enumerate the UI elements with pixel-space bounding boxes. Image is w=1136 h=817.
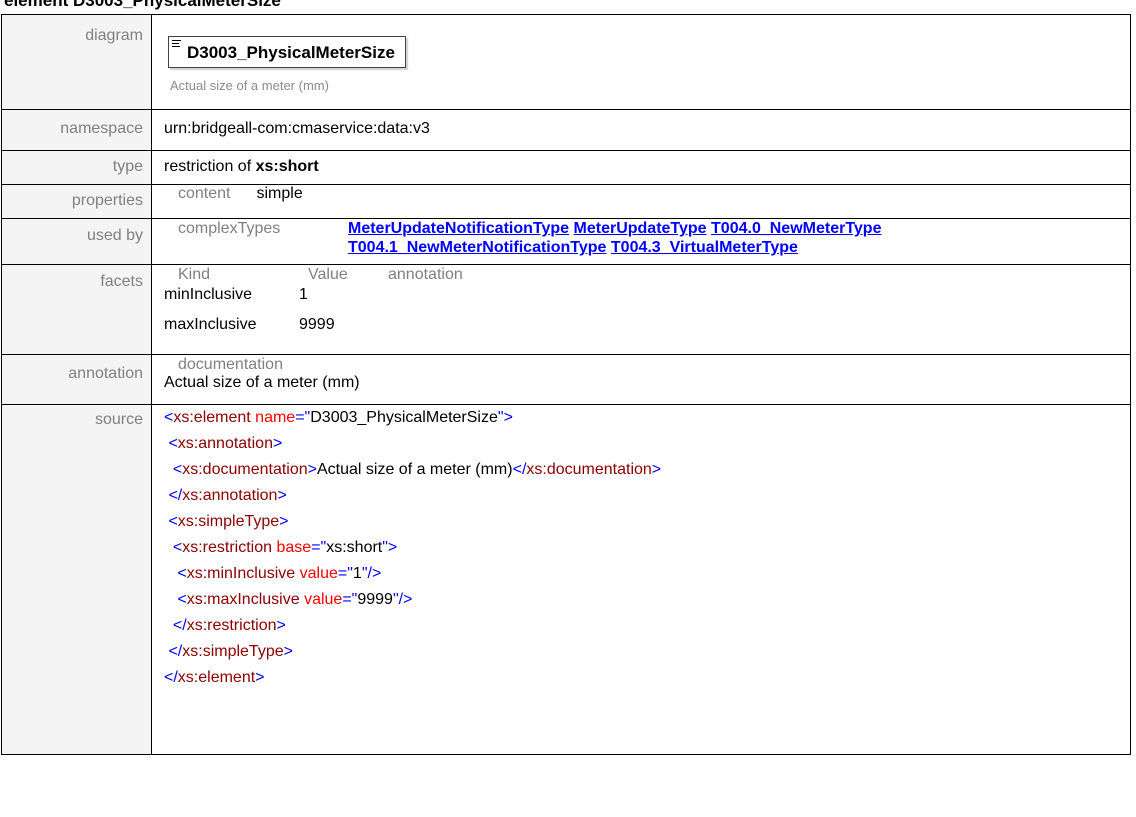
used-by-link[interactable]: T004.0_NewMeterType [711, 220, 881, 237]
type-value: restriction of xs:short [151, 150, 1131, 185]
used-by-link[interactable]: T004.1_NewMeterNotificationType [348, 239, 606, 256]
facets-label: facets [1, 264, 152, 355]
facet-value: 9999 [299, 316, 335, 333]
facets-value: Kind Value annotation minInclusive 1 max… [151, 264, 1131, 355]
properties-key: content [178, 185, 231, 202]
src-line: </xs:annotation> [168, 487, 287, 504]
used-by-link[interactable]: T004.3_VirtualMeterType [611, 239, 798, 256]
properties-label: properties [1, 184, 152, 219]
facets-header: annotation [388, 266, 463, 283]
namespace-value: urn:bridgeall-com:cmaservice:data:v3 [151, 109, 1131, 151]
facets-grid: Kind Value annotation [164, 265, 1130, 285]
properties-val: simple [256, 185, 303, 202]
type-prefix: restriction of [164, 158, 256, 175]
used-by-kind: complexTypes [178, 220, 281, 237]
src-line: </xs:simpleType> [168, 643, 293, 660]
src-line: <xs:restriction base="xs:short"> [172, 539, 398, 556]
src-line: <xs:annotation> [168, 435, 283, 452]
facet-kind: maxInclusive [164, 316, 257, 333]
diagram-label: diagram [1, 14, 152, 110]
type-base: xs:short [255, 158, 319, 175]
src-line: <xs:simpleType> [168, 513, 289, 530]
src-line: <xs:maxInclusive value="9999"/> [177, 591, 413, 608]
diagram-doc-text: Actual size of a meter (mm) [170, 78, 329, 93]
src-line: </xs:restriction> [172, 617, 286, 634]
used-by-label: used by [1, 218, 152, 265]
facet-row: maxInclusive 9999 [164, 315, 1130, 335]
facet-row: minInclusive 1 [164, 285, 1130, 305]
annotation-text: Actual size of a meter (mm) [164, 374, 360, 391]
namespace-row: namespace urn:bridgeall-com:cmaservice:d… [1, 109, 1131, 151]
annotation-header: documentation [178, 356, 283, 373]
facets-row: facets Kind Value annotation minInclusiv… [1, 264, 1131, 355]
src-line: <xs:element name="D3003_PhysicalMeterSiz… [164, 409, 513, 426]
facets-header: Kind [178, 266, 211, 283]
element-lines-icon [172, 40, 181, 49]
src-line: <xs:minInclusive value="1"/> [177, 565, 382, 582]
facets-header: Value [308, 266, 348, 283]
facet-kind: minInclusive [164, 286, 253, 303]
used-by-value: complexTypes MeterUpdateNotificationType… [151, 218, 1131, 265]
source-label: source [1, 404, 152, 755]
type-row: type restriction of xs:short [1, 150, 1131, 185]
diagram-element-name: D3003_PhysicalMeterSize [187, 43, 395, 62]
src-line: </xs:element> [164, 669, 265, 686]
source-row: source <xs:element name="D3003_PhysicalM… [1, 404, 1131, 755]
source-code: <xs:element name="D3003_PhysicalMeterSiz… [151, 404, 1131, 755]
facet-value: 1 [299, 286, 308, 303]
src-line: <xs:documentation>Actual size of a meter… [172, 461, 662, 478]
element-doc-table: diagram D3003_PhysicalMeterSize Actual s… [1, 14, 1131, 755]
element-diagram-box[interactable]: D3003_PhysicalMeterSize [168, 36, 406, 68]
annotation-label: annotation [1, 354, 152, 405]
used-by-link[interactable]: MeterUpdateType [574, 220, 707, 237]
namespace-label: namespace [1, 109, 152, 151]
used-by-row: used by complexTypes MeterUpdateNotifica… [1, 218, 1131, 265]
properties-row: properties content simple [1, 184, 1131, 219]
type-label: type [1, 150, 152, 185]
page-title: element D3003_PhysicalMeterSize [4, 0, 281, 10]
used-by-link[interactable]: MeterUpdateNotificationType [348, 220, 569, 237]
annotation-row: annotation documentation Actual size of … [1, 354, 1131, 405]
annotation-value: documentation Actual size of a meter (mm… [151, 354, 1131, 405]
diagram-row: diagram D3003_PhysicalMeterSize Actual s… [1, 14, 1131, 110]
properties-value: content simple [151, 184, 1131, 219]
diagram-cell: D3003_PhysicalMeterSize Actual size of a… [151, 14, 1131, 110]
